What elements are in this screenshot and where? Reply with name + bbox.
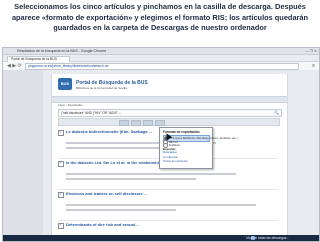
format-option-label: RIS (para RefWorks, Mendeley, Zotero, En… [170, 136, 238, 141]
nav-buttons-icon[interactable]: ◀ ▶ ⟳ [7, 63, 22, 69]
search-icon[interactable]: 🔍 [274, 110, 279, 116]
caption-line-3: guardados en la carpeta de Descargas de … [53, 23, 267, 32]
save-button[interactable] [131, 120, 141, 126]
tab-bar: Portal de Búsqueda de la BUS [3, 55, 319, 62]
download-bar: Mostrar todas las descargas... [3, 235, 319, 241]
caption-line-1: Seleccionamos los cinco artículos y pinc… [14, 2, 306, 11]
export-button[interactable] [155, 120, 165, 126]
email-button[interactable] [119, 120, 129, 126]
list-item: Electrons and leaders on self disclosure… [58, 190, 278, 221]
result-checkbox[interactable] [58, 129, 64, 136]
page-content: BUS Portal de Búsqueda de la BUS Bibliot… [51, 74, 288, 237]
result-checkbox[interactable] [58, 191, 64, 198]
window-controls[interactable]: — ❐ ✕ [305, 49, 317, 53]
export-link-all[interactable]: Todos los artículos [163, 159, 188, 164]
browser-screenshot: Resultados de la búsqueda en la BUS - Go… [2, 47, 320, 242]
site-logo[interactable]: BUS [58, 78, 72, 90]
result-checkbox[interactable] [58, 160, 64, 167]
window-titlebar: Resultados de la búsqueda en la BUS - Go… [3, 48, 319, 55]
result-title[interactable]: Determinants of dire risk and sexual ... [66, 222, 276, 227]
show-all-downloads-link[interactable]: Mostrar todas las descargas... [246, 235, 289, 241]
results-toolbar [58, 118, 280, 126]
result-snippet [66, 178, 196, 180]
search-input[interactable]: ("self disclosure" AND ("HIV" OR "AIDS" … [58, 109, 282, 117]
url-field[interactable]: pinguinox.us.es/primo_library/libweb/act… [25, 63, 299, 70]
result-checkbox[interactable] [58, 222, 64, 229]
menu-icon[interactable]: ≡ [312, 63, 315, 69]
site-nav-row [52, 96, 287, 103]
window-title: Resultados de la búsqueda en la BUS - Go… [17, 49, 107, 53]
export-links: Descargar A colección Todos los artículo… [163, 150, 188, 164]
slide-caption: Seleccionamos los cinco artículos y pinc… [0, 0, 320, 50]
breadcrumb[interactable]: Inicio › Resultados [58, 103, 83, 107]
result-snippet [66, 209, 176, 211]
caption-line-2: aparece «formato de exportación» y elegi… [11, 12, 309, 22]
print-button[interactable] [143, 120, 153, 126]
page-viewport: BUS Portal de Búsqueda de la BUS Bibliot… [3, 70, 319, 237]
result-title[interactable]: Electrons and leaders on self disclosure… [66, 191, 276, 196]
result-snippet [66, 204, 256, 206]
search-query: ("self disclosure" AND ("HIV" OR "AIDS" … [61, 111, 122, 115]
left-background [3, 70, 43, 235]
right-sidebar [293, 74, 315, 134]
result-snippet [66, 173, 236, 175]
site-subtitle: Biblioteca de la Universidad de Sevilla [76, 86, 127, 90]
